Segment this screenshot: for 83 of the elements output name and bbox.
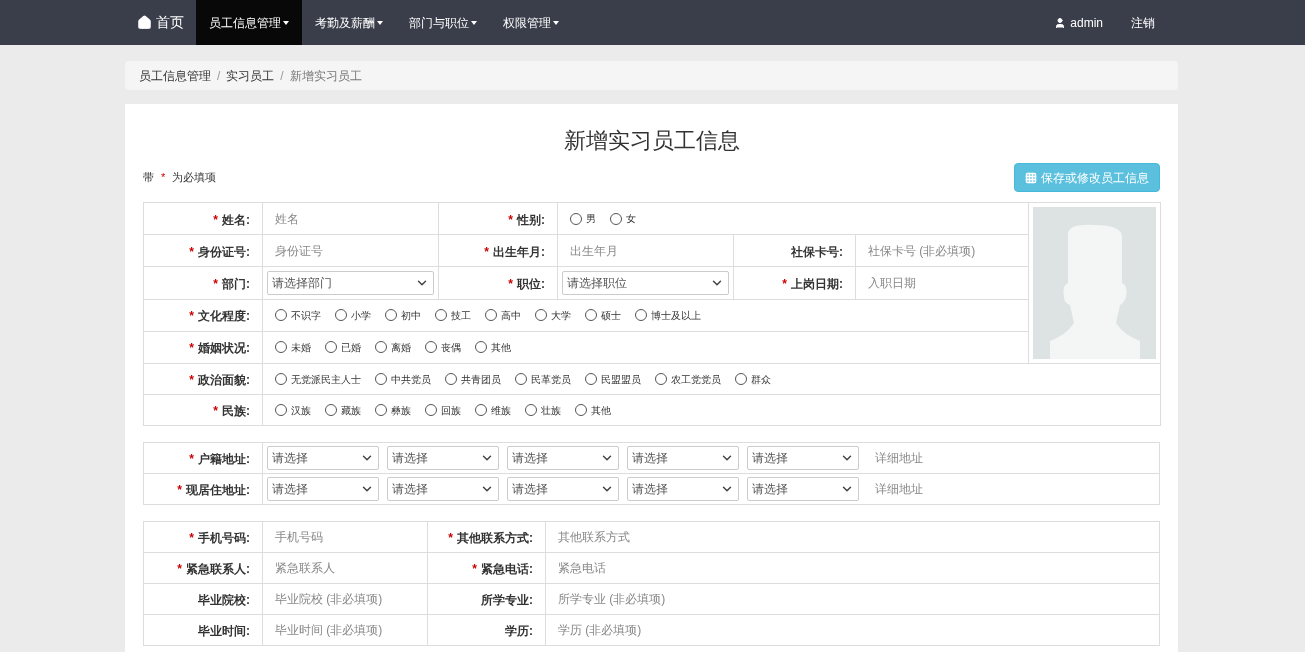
radio-option[interactable]: 硕士 (585, 307, 621, 323)
radio-option[interactable]: 博士及以上 (635, 307, 701, 323)
field-label: * 文化程度: (189, 309, 250, 324)
field-label: 学历: (505, 624, 533, 638)
field-label: * 政治面貌: (189, 373, 250, 387)
select-field[interactable]: 请选择 (747, 446, 859, 470)
field-label: * 上岗日期: (782, 276, 843, 291)
radio-option[interactable]: 已婚 (325, 339, 361, 355)
field-label: 所学专业: (481, 593, 533, 607)
field-label: * 出生年月: (484, 244, 545, 259)
user-link[interactable]: admin (1054, 13, 1103, 32)
select-field[interactable]: 请选择 (627, 477, 739, 501)
home-link[interactable]: 首页 (125, 0, 196, 45)
radio-option[interactable]: 无党派民主人士 (275, 371, 361, 387)
radio-option[interactable]: 民盟盟员 (585, 371, 641, 387)
person-silhouette-icon (1049, 223, 1140, 359)
select-field[interactable]: 请选择部门 (267, 270, 434, 295)
radio-option[interactable]: 大学 (535, 307, 571, 323)
radio-option[interactable]: 未婚 (275, 339, 311, 355)
radio-option[interactable]: 初中 (385, 307, 421, 323)
select-field[interactable]: 请选择 (507, 446, 619, 470)
breadcrumb-separator: / (216, 67, 222, 85)
nav-menu[interactable]: 权限管理 (490, 0, 572, 45)
field-label: * 民族: (213, 404, 250, 418)
radio-option[interactable]: 其他 (475, 339, 511, 355)
breadcrumb-link[interactable]: 员工信息管理 (139, 66, 211, 85)
select-field[interactable]: 请选择 (267, 446, 379, 470)
radio-option[interactable]: 藏族 (325, 402, 361, 418)
address-input-field[interactable]: 详细地址 (867, 477, 1155, 501)
field-label: * 现居住地址: (177, 483, 250, 497)
radio-option[interactable]: 彝族 (375, 402, 411, 418)
field-label: * 其他联系方式: (448, 531, 533, 545)
field-label: * 职位: (508, 276, 545, 291)
field-label: * 紧急电话: (472, 562, 533, 576)
nav-menu[interactable]: 考勤及薪酬 (302, 0, 396, 45)
radio-option[interactable]: 回族 (425, 402, 461, 418)
field-label: 毕业院校: (198, 593, 250, 607)
breadcrumb-separator: / (279, 67, 285, 85)
radio-option[interactable]: 共青团员 (445, 371, 501, 387)
radio-option[interactable]: 壮族 (525, 402, 561, 418)
address-input-field[interactable]: 详细地址 (867, 446, 1155, 470)
radio-option[interactable]: 女 (610, 211, 636, 227)
required-note: 带 * 为必填项 (143, 170, 217, 186)
radio-option[interactable]: 群众 (735, 371, 771, 387)
radio-option[interactable]: 中共党员 (375, 371, 431, 387)
select-field[interactable]: 请选择 (507, 477, 619, 501)
field-label: * 身份证号: (189, 244, 250, 259)
user-icon (1054, 16, 1067, 29)
select-field[interactable]: 请选择 (387, 477, 499, 501)
field-label: * 手机号码: (189, 531, 250, 545)
form-title: 新增实习员工信息 (562, 127, 741, 155)
radio-option[interactable]: 农工党党员 (655, 371, 721, 387)
select-field[interactable]: 请选择 (627, 446, 739, 470)
field-label: 社保卡号: (791, 244, 843, 259)
radio-option[interactable]: 汉族 (275, 402, 311, 418)
breadcrumb-current: 新增实习员工 (289, 67, 362, 85)
field-label: * 部门: (213, 276, 250, 291)
nav-menu[interactable]: 部门与职位 (396, 0, 490, 45)
radio-option[interactable]: 民革党员 (515, 371, 571, 387)
field-label: * 户籍地址: (189, 452, 250, 466)
field-label: 毕业时间: (198, 624, 250, 638)
field-label: * 紧急联系人: (177, 562, 250, 576)
select-field[interactable]: 请选择 (267, 477, 379, 501)
logout-link[interactable]: 注销 (1131, 13, 1155, 32)
home-icon (137, 15, 152, 30)
field-label: * 婚姻状况: (189, 341, 250, 356)
select-field[interactable]: 请选择职位 (562, 270, 729, 295)
radio-option[interactable]: 男 (570, 211, 596, 227)
radio-option[interactable]: 离婚 (375, 339, 411, 355)
radio-option[interactable]: 其他 (575, 402, 611, 418)
radio-option[interactable]: 丧偶 (425, 339, 461, 355)
select-field[interactable]: 请选择 (747, 477, 859, 501)
select-field[interactable]: 请选择 (387, 446, 499, 470)
radio-option[interactable]: 维族 (475, 402, 511, 418)
breadcrumb-link[interactable]: 实习员工 (226, 66, 275, 85)
nav-menu[interactable]: 员工信息管理 (196, 0, 302, 45)
radio-option[interactable]: 不识字 (275, 307, 321, 323)
field-label: * 姓名: (213, 212, 250, 227)
grid-icon (1025, 171, 1037, 184)
field-label: * 性别: (508, 212, 545, 227)
radio-option[interactable]: 技工 (435, 307, 471, 323)
radio-option[interactable]: 高中 (485, 307, 521, 323)
radio-option[interactable]: 小学 (335, 307, 371, 323)
